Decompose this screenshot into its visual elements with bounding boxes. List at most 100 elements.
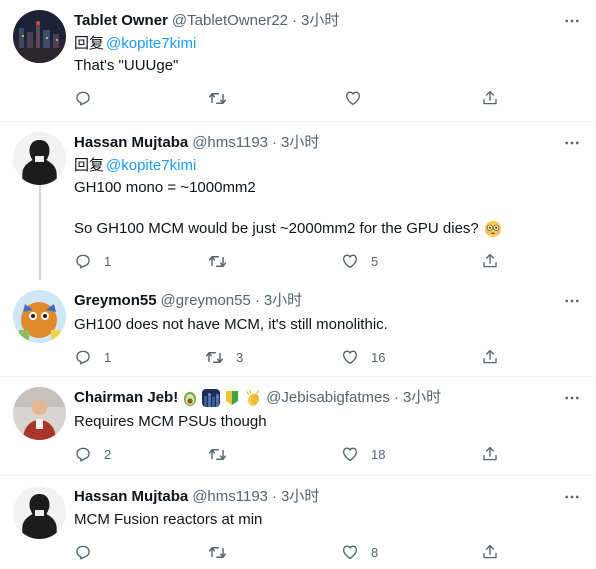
reply-icon [74,543,92,561]
reply-to-link[interactable]: @kopite7kimi [106,157,196,174]
avatar-hassan-mujtaba[interactable] [13,486,66,539]
tweet-text-line: So GH100 MCM would be just ~2000mm2 for … [74,220,479,237]
timestamp[interactable]: 3小时 [301,11,339,31]
like-button[interactable] [344,88,362,108]
reply-prefix: 回复 [74,35,105,52]
author-name[interactable]: Tablet Owner [74,11,168,31]
share-button[interactable] [481,347,499,367]
retweet-icon [208,543,227,562]
flushed-emoji-icon [484,220,501,238]
share-icon [481,445,499,463]
like-count: 5 [371,253,379,269]
more-button[interactable] [562,11,582,31]
author-handle[interactable]: @hms1193 [192,133,268,153]
share-icon [481,252,499,270]
tweet-header: Tablet Owner @TabletOwner22 · 3小时 [74,11,339,31]
more-button[interactable] [562,388,582,408]
separator-dot: · [393,389,399,406]
reply-prefix: 回复 [74,157,105,174]
tweet-header: Chairman Jeb! @Jebisabigfatmes · 3小时 [74,388,441,408]
retweet-icon [208,445,227,464]
share-icon [481,543,499,561]
retweet-button[interactable] [208,542,227,562]
like-icon [341,252,359,270]
author-name[interactable]: Greymon55 [74,291,157,311]
tweet-text: GH100 does not have MCM, it's still mono… [74,316,388,333]
share-button[interactable] [481,251,499,271]
like-count: 16 [371,349,386,365]
retweet-button[interactable] [208,88,227,108]
reply-to-link[interactable]: @kopite7kimi [106,35,196,52]
retweet-button[interactable] [208,444,227,464]
share-icon [481,348,499,366]
avatar-tablet-owner[interactable] [13,10,66,63]
reply-icon [74,445,92,463]
avatar-greymon55[interactable] [13,290,66,343]
retweet-count: 3 [236,349,244,365]
reply-button[interactable]: 1 [74,347,111,367]
more-icon [563,389,581,407]
share-button[interactable] [481,88,499,108]
like-icon [341,543,359,561]
separator-dot: · [292,12,298,29]
reply-icon [74,89,92,107]
author-handle[interactable]: @Jebisabigfatmes [266,388,390,408]
reply-context: 回复 @kopite7kimi [74,34,196,54]
timestamp[interactable]: 3小时 [281,133,319,153]
separator-dot: · [272,134,278,151]
like-button[interactable]: 5 [341,251,378,271]
reply-button[interactable] [74,88,92,108]
more-icon [563,488,581,506]
retweet-icon [208,89,227,108]
retweet-button[interactable]: 3 [205,347,243,367]
reply-count: 2 [104,446,112,462]
like-button[interactable]: 18 [341,444,385,464]
beginner-badge-emoji-icon [226,391,239,405]
tweet-header: Greymon55 @greymon55 · 3小时 [74,291,302,311]
reply-count: 1 [104,349,112,365]
reply-context: 回复 @kopite7kimi [74,156,196,176]
like-count: 18 [371,446,386,462]
author-handle[interactable]: @TabletOwner22 [172,11,288,31]
tweet[interactable]: Chairman Jeb! @Jebisabigfatmes · 3小时 Req… [0,377,596,475]
author-name[interactable]: Hassan Mujtaba [74,487,188,507]
tweet[interactable]: Hassan Mujtaba @hms1193 · 3小时 MCM Fusion… [0,476,596,569]
tweet[interactable]: Hassan Mujtaba @hms1193 · 3小时 回复 @kopite7… [0,122,596,280]
clapping-hands-emoji-icon [246,389,260,406]
more-button[interactable] [562,487,582,507]
author-handle[interactable]: @greymon55 [161,291,251,311]
reply-button[interactable]: 1 [74,251,111,271]
reply-icon [74,252,92,270]
like-icon [341,445,359,463]
author-name[interactable]: Chairman Jeb! [74,388,178,408]
timestamp[interactable]: 3小时 [281,487,319,507]
author-name[interactable]: Hassan Mujtaba [74,133,188,153]
like-button[interactable]: 8 [341,542,378,562]
like-button[interactable]: 16 [341,347,385,367]
timestamp[interactable]: 3小时 [264,291,302,311]
reply-count: 1 [104,253,112,269]
retweet-button[interactable] [208,251,227,271]
reply-button[interactable] [74,542,92,562]
tweet-header: Hassan Mujtaba @hms1193 · 3小时 [74,133,319,153]
share-button[interactable] [481,444,499,464]
avatar-chairman-jeb[interactable] [13,387,66,440]
more-icon [563,134,581,152]
thread-line [39,181,41,280]
author-handle[interactable]: @hms1193 [192,487,268,507]
retweet-icon [208,252,227,271]
city-night-emoji-icon [202,389,221,407]
more-icon [563,12,581,30]
tweet[interactable]: Tablet Owner @TabletOwner22 · 3小时 回复 @kop… [0,0,596,121]
more-button[interactable] [562,133,582,153]
share-button[interactable] [481,542,499,562]
avatar-hassan-mujtaba[interactable] [13,132,66,185]
tweet-text: GH100 mono = ~1000mm2 [74,179,256,196]
tweet[interactable]: Greymon55 @greymon55 · 3小时 GH100 does no… [0,280,596,376]
tweet-text: MCM Fusion reactors at min [74,511,263,528]
reply-button[interactable]: 2 [74,444,111,464]
timestamp[interactable]: 3小时 [403,388,441,408]
like-icon [341,348,359,366]
separator-dot: · [254,292,260,309]
more-button[interactable] [562,291,582,311]
